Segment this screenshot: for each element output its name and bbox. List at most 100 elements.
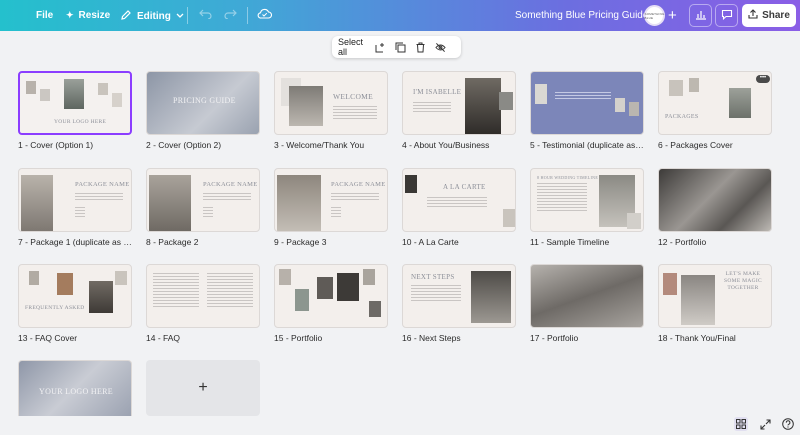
add-page-icon[interactable] [375,42,386,53]
more-options-icon[interactable]: ••• [756,75,770,83]
body-text [413,102,451,114]
photo [21,175,53,231]
page-thumbnail[interactable]: 8 HOUR WEDDING TIMELINE [530,168,644,232]
page-title-text: LET'S MAKE SOME MAGIC TOGETHER [724,271,762,291]
page-tile[interactable]: YOUR LOGO HERE [18,360,132,416]
page-thumbnail[interactable]: YOUR LOGO HERE [18,360,132,416]
page-caption: 18 - Thank You/Final [658,333,736,343]
page-tile[interactable]: PACKAGE NAME 9 - Package 3 [274,168,388,247]
page-title-text: PRICING GUIDE [173,96,236,105]
page-thumbnail[interactable]: PACKAGE NAME [146,168,260,232]
editing-mode-dropdown[interactable]: Editing [120,9,184,24]
page-caption: 5 - Testimonial (duplicate as ... [530,140,644,150]
page-tile[interactable]: LET'S MAKE SOME MAGIC TOGETHER 18 - Than… [658,264,772,343]
page-tile[interactable]: 17 - Portfolio [530,264,644,343]
page-thumbnail[interactable]: NEXT STEPS [402,264,516,328]
faq-column [207,273,253,309]
page-thumbnail[interactable]: PACKAGES ••• [658,71,772,135]
add-page-button[interactable]: + [146,360,260,416]
page-tile[interactable]: 14 - FAQ [146,264,260,343]
menu-icon[interactable] [6,9,17,19]
page-tile[interactable]: PACKAGE NAME 7 - Package 1 (duplicate as… [18,168,132,247]
avatar[interactable]: SOMETHING BLUE [644,5,665,26]
body-text [331,193,379,202]
share-upload-icon [748,9,758,22]
body-text [427,197,487,209]
add-collaborator-button[interactable]: + [668,7,677,24]
photo [57,273,73,295]
page-caption: 10 - A La Carte [402,237,459,247]
page-tile[interactable]: PACKAGE NAME 8 - Package 2 [146,168,260,247]
page-thumbnail[interactable]: PACKAGE NAME [18,168,132,232]
fullscreen-icon[interactable] [758,417,772,431]
photo [689,78,699,92]
page-thumbnail[interactable] [530,264,644,328]
redo-icon[interactable] [224,8,237,19]
photo [279,269,291,285]
bar-chart-icon [695,7,707,25]
page-title-text: PACKAGES [665,114,699,120]
duplicate-icon[interactable] [395,42,406,53]
page-thumbnail[interactable]: PRICING GUIDE [146,71,260,135]
hide-eye-icon[interactable] [435,42,446,53]
body-text [75,193,123,202]
page-tile[interactable]: 15 - Portfolio [274,264,388,343]
photo [681,275,715,325]
page-thumbnail[interactable] [274,264,388,328]
cloud-save-icon[interactable] [257,8,272,19]
toolbar-divider [187,7,188,24]
page-tile[interactable]: WELCOME 3 - Welcome/Thank You [274,71,388,150]
add-page-tile[interactable]: + [146,360,260,416]
photo [149,175,191,231]
photo [98,83,108,95]
page-thumbnail[interactable]: YOUR LOGO HERE [18,71,132,135]
photo [629,102,639,116]
help-icon[interactable] [781,417,795,431]
page-caption: 3 - Welcome/Thank You [274,140,365,150]
page-title-text: PACKAGE NAME [75,181,130,188]
undo-icon[interactable] [199,8,212,19]
sparkle-icon: ✦ [66,10,74,20]
page-tile[interactable]: A LA CARTE 10 - A La Carte [402,168,516,247]
page-thumbnail[interactable]: LET'S MAKE SOME MAGIC TOGETHER [658,264,772,328]
page-tile[interactable]: FREQUENTLY ASKED 13 - FAQ Cover [18,264,132,343]
photo [363,269,375,285]
page-thumbnail[interactable]: A LA CARTE [402,168,516,232]
comment-icon [721,7,733,25]
share-button[interactable]: Share [742,4,796,27]
page-thumbnail[interactable]: PACKAGE NAME [274,168,388,232]
photo [663,273,677,295]
body-text [555,92,611,101]
page-thumbnail[interactable] [530,71,644,135]
photo [26,81,36,94]
comments-button[interactable] [715,4,738,27]
page-tile[interactable]: 8 HOUR WEDDING TIMELINE 11 - Sample Time… [530,168,644,247]
file-menu-button[interactable]: File [36,10,53,21]
resize-button[interactable]: ✦ Resize [66,10,110,21]
page-thumbnail[interactable]: WELCOME [274,71,388,135]
page-tile[interactable]: PACKAGES ••• 6 - Packages Cover [658,71,772,150]
price-list [331,207,341,219]
page-tile[interactable]: 5 - Testimonial (duplicate as ... [530,71,644,150]
page-thumbnail[interactable]: I'M ISABELLE [402,71,516,135]
chevron-down-icon [176,11,184,22]
page-thumbnail[interactable] [658,168,772,232]
page-tile[interactable]: NEXT STEPS 16 - Next Steps [402,264,516,343]
select-all-button[interactable]: Select all [338,37,366,57]
price-list [75,207,85,219]
page-caption: 12 - Portfolio [658,237,707,247]
page-thumbnail[interactable] [146,264,260,328]
page-tile[interactable]: YOUR LOGO HERE 1 - Cover (Option 1) [18,71,132,150]
page-title-text: YOUR LOGO HERE [39,387,113,396]
body-text [203,193,251,202]
page-thumbnail[interactable]: FREQUENTLY ASKED [18,264,132,328]
grid-view-icon[interactable] [734,417,748,431]
page-tile[interactable]: PRICING GUIDE 2 - Cover (Option 2) [146,71,260,150]
page-title-text: YOUR LOGO HERE [54,119,107,125]
document-title[interactable]: Something Blue Pricing Guide [515,10,648,21]
trash-icon[interactable] [415,42,426,53]
page-tile[interactable]: I'M ISABELLE 4 - About You/Business [402,71,516,150]
insights-button[interactable] [689,4,712,27]
photo [669,80,683,96]
page-tile[interactable]: 12 - Portfolio [658,168,772,247]
